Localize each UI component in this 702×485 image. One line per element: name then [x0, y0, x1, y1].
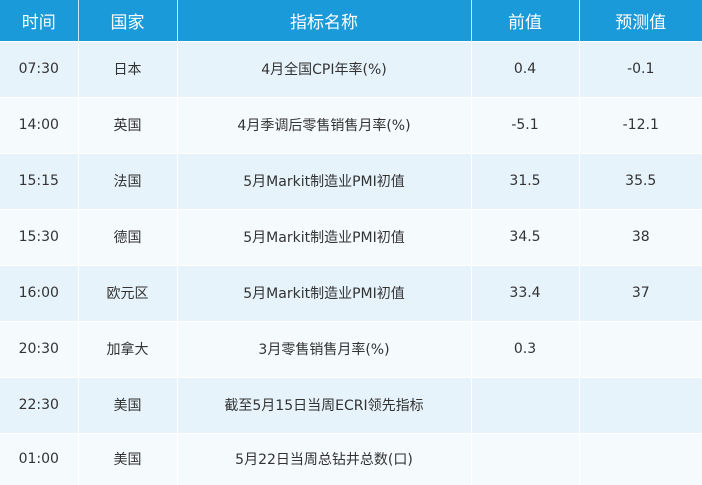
cell-forecast: [579, 320, 702, 377]
header-previous: 前值: [471, 0, 580, 41]
cell-country: 美国: [78, 432, 178, 485]
cell-country: 美国: [78, 376, 178, 433]
cell-time: 07:30: [0, 40, 79, 97]
cell-previous: -5.1: [471, 96, 580, 153]
header-forecast: 预测值: [579, 0, 702, 41]
cell-indicator: 截至5月15日当周ECRI领先指标: [177, 376, 472, 433]
table-row: 15:15 法国 5月Markit制造业PMI初值 31.5 35.5: [0, 152, 702, 209]
cell-previous: 31.5: [471, 152, 580, 209]
cell-indicator: 3月零售销售月率(%): [177, 320, 472, 377]
cell-country: 欧元区: [78, 264, 178, 321]
table-header: 时间 国家 指标名称 前值 预测值: [0, 0, 702, 41]
cell-time: 15:15: [0, 152, 79, 209]
cell-forecast: [579, 376, 702, 433]
cell-forecast: -0.1: [579, 40, 702, 97]
table-row: 07:30 日本 4月全国CPI年率(%) 0.4 -0.1: [0, 40, 702, 97]
cell-indicator: 4月季调后零售销售月率(%): [177, 96, 472, 153]
cell-country: 日本: [78, 40, 178, 97]
cell-forecast: 37: [579, 264, 702, 321]
cell-indicator: 5月Markit制造业PMI初值: [177, 208, 472, 265]
cell-time: 01:00: [0, 432, 79, 485]
cell-previous: 0.3: [471, 320, 580, 377]
cell-previous: 34.5: [471, 208, 580, 265]
cell-indicator: 5月Markit制造业PMI初值: [177, 264, 472, 321]
cell-time: 20:30: [0, 320, 79, 377]
cell-previous: [471, 432, 580, 485]
cell-indicator: 5月Markit制造业PMI初值: [177, 152, 472, 209]
cell-country: 法国: [78, 152, 178, 209]
cell-time: 22:30: [0, 376, 79, 433]
header-row: 时间 国家 指标名称 前值 预测值: [0, 0, 702, 41]
cell-time: 16:00: [0, 264, 79, 321]
table-row: 22:30 美国 截至5月15日当周ECRI领先指标: [0, 376, 702, 433]
cell-country: 加拿大: [78, 320, 178, 377]
cell-forecast: 35.5: [579, 152, 702, 209]
cell-country: 英国: [78, 96, 178, 153]
cell-time: 15:30: [0, 208, 79, 265]
cell-previous: 33.4: [471, 264, 580, 321]
cell-forecast: 38: [579, 208, 702, 265]
table-body: 07:30 日本 4月全国CPI年率(%) 0.4 -0.1 14:00 英国 …: [0, 40, 702, 485]
cell-indicator: 5月22日当周总钻井总数(口): [177, 432, 472, 485]
cell-previous: [471, 376, 580, 433]
cell-forecast: [579, 432, 702, 485]
economic-calendar-table: 时间 国家 指标名称 前值 预测值 07:30 日本 4月全国CPI年率(%) …: [0, 0, 702, 485]
header-country: 国家: [78, 0, 178, 41]
table-row: 16:00 欧元区 5月Markit制造业PMI初值 33.4 37: [0, 264, 702, 321]
table-row: 14:00 英国 4月季调后零售销售月率(%) -5.1 -12.1: [0, 96, 702, 153]
cell-forecast: -12.1: [579, 96, 702, 153]
cell-country: 德国: [78, 208, 178, 265]
header-time: 时间: [0, 0, 79, 41]
cell-indicator: 4月全国CPI年率(%): [177, 40, 472, 97]
cell-time: 14:00: [0, 96, 79, 153]
cell-previous: 0.4: [471, 40, 580, 97]
table-row: 15:30 德国 5月Markit制造业PMI初值 34.5 38: [0, 208, 702, 265]
table-row: 20:30 加拿大 3月零售销售月率(%) 0.3: [0, 320, 702, 377]
header-indicator: 指标名称: [177, 0, 472, 41]
table-row: 01:00 美国 5月22日当周总钻井总数(口): [0, 432, 702, 485]
